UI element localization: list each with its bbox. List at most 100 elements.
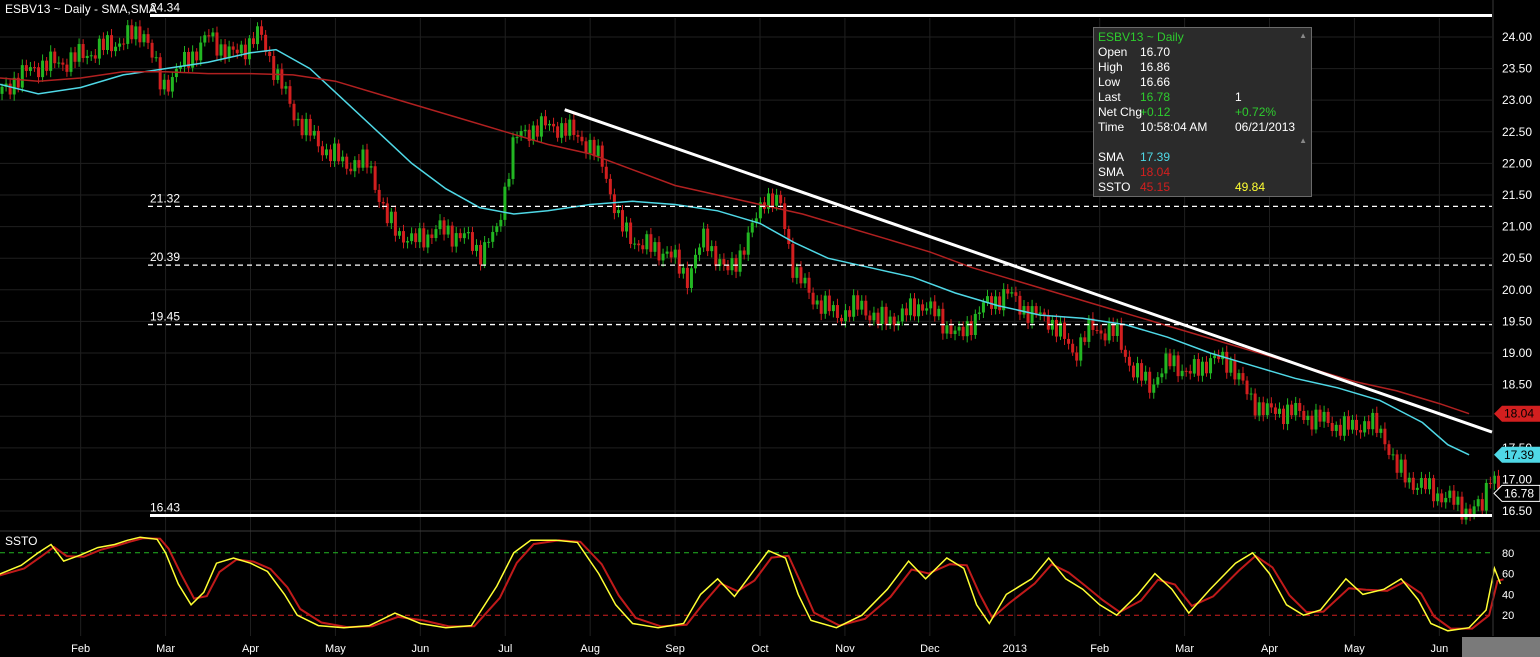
y-tick-label: 23.50	[1502, 62, 1532, 76]
candle-body	[430, 234, 434, 238]
collapse-icon[interactable]: ▲	[1299, 31, 1307, 40]
candle-body	[1338, 424, 1342, 436]
candle-body	[1038, 312, 1042, 315]
y-tick-label: 23.00	[1502, 93, 1532, 107]
candle-body	[1371, 412, 1375, 430]
candle-body	[288, 86, 292, 104]
candle-body	[1395, 454, 1399, 473]
candle-body	[531, 125, 535, 141]
legend-row-value: 45.15	[1140, 180, 1171, 194]
candle-body	[1172, 355, 1176, 367]
candle-body	[856, 295, 860, 310]
horizontal-scrollbar-thumb[interactable]	[1462, 637, 1540, 657]
candle-body	[588, 139, 592, 154]
candle-body	[860, 300, 864, 310]
candle-body	[1140, 363, 1144, 381]
legend-row: High 16.86	[1098, 60, 1308, 75]
legend-row-value: +0.12	[1140, 105, 1171, 119]
candle-body	[239, 44, 243, 54]
candle-body	[1375, 412, 1379, 433]
candle-body	[1415, 487, 1419, 490]
candle-body	[333, 143, 337, 162]
candle-body	[414, 233, 418, 243]
candle-body	[1241, 373, 1245, 381]
candle-body	[1419, 478, 1423, 488]
candle-body	[625, 222, 629, 232]
price-tag-label: 16.78	[1504, 486, 1534, 500]
candle-body	[1330, 422, 1334, 432]
candle-body	[349, 168, 353, 172]
data-legend-panel[interactable]: ESBV13 ~ Daily ▲ Open 16.70 High 16.86 Low 16…	[1093, 27, 1312, 197]
candle-body	[304, 118, 308, 136]
legend-row-value: 18.04	[1140, 165, 1171, 179]
candle-body	[280, 69, 284, 89]
candle-body	[1379, 428, 1383, 433]
candle-body	[1286, 404, 1290, 425]
price-tag-label: 18.04	[1504, 407, 1534, 421]
trendline[interactable]	[564, 108, 1493, 434]
candle-body	[166, 79, 170, 92]
candle-body	[576, 134, 580, 137]
candle-body	[888, 316, 892, 325]
candle-body	[1399, 459, 1403, 473]
candle-body	[264, 34, 268, 52]
candle-body	[462, 233, 466, 239]
legend-row: Open 16.70	[1098, 45, 1308, 60]
candle-body	[475, 244, 479, 251]
candle-body	[130, 25, 134, 40]
candle-body	[1269, 403, 1273, 408]
y-tick-label: 21.00	[1502, 220, 1532, 234]
candle-body	[479, 244, 483, 265]
candle-body	[1403, 459, 1407, 483]
candle-body	[20, 65, 24, 88]
candle-body	[365, 149, 369, 168]
candle-body	[872, 312, 876, 321]
candle-body	[110, 35, 114, 52]
candle-body	[1103, 333, 1107, 341]
candle-body	[1456, 496, 1460, 505]
candle-body	[1006, 289, 1010, 294]
candle-body	[1131, 365, 1135, 378]
candle-body	[97, 38, 101, 59]
candle-body	[831, 305, 835, 312]
candle-body	[1294, 402, 1298, 416]
candle-body	[1176, 355, 1180, 377]
x-tick-label: Oct	[751, 643, 768, 655]
candle-body	[848, 310, 852, 317]
candle-body	[904, 308, 908, 316]
candle-body	[57, 62, 61, 64]
candle-body	[998, 296, 1002, 311]
candle-body	[608, 178, 612, 195]
candle-body	[649, 234, 653, 252]
y-tick-label: 17.00	[1502, 472, 1532, 486]
candle-body	[1428, 478, 1432, 490]
legend-row-value: 16.70	[1140, 45, 1171, 59]
candle-body	[969, 321, 973, 336]
candle-body	[134, 26, 138, 40]
candle-body	[373, 166, 377, 190]
candle-body	[1196, 359, 1200, 376]
candle-body	[1127, 356, 1131, 366]
candle-body	[1476, 499, 1480, 507]
legend-row-label: SSTO	[1098, 180, 1131, 194]
candle-body	[1213, 355, 1217, 359]
candle-body	[592, 139, 596, 157]
legend-row-label: Time	[1098, 120, 1125, 134]
candle-body	[256, 26, 260, 45]
candle-body	[738, 250, 742, 272]
candle-body	[1168, 353, 1172, 367]
candle-body	[977, 312, 981, 314]
collapse-icon[interactable]: ▲	[1299, 136, 1307, 145]
candle-body	[150, 42, 154, 58]
y-tick-label: 22.50	[1502, 125, 1532, 139]
candle-body	[937, 308, 941, 317]
candle-body	[1391, 454, 1395, 456]
candle-body	[1123, 349, 1127, 357]
candle-body	[941, 308, 945, 334]
candle-body	[1115, 323, 1119, 336]
candle-body	[746, 232, 750, 255]
x-tick-label: Aug	[580, 643, 600, 655]
candle-body	[1018, 295, 1022, 315]
x-tick-label: Sep	[665, 643, 685, 655]
candle-body	[105, 35, 109, 51]
